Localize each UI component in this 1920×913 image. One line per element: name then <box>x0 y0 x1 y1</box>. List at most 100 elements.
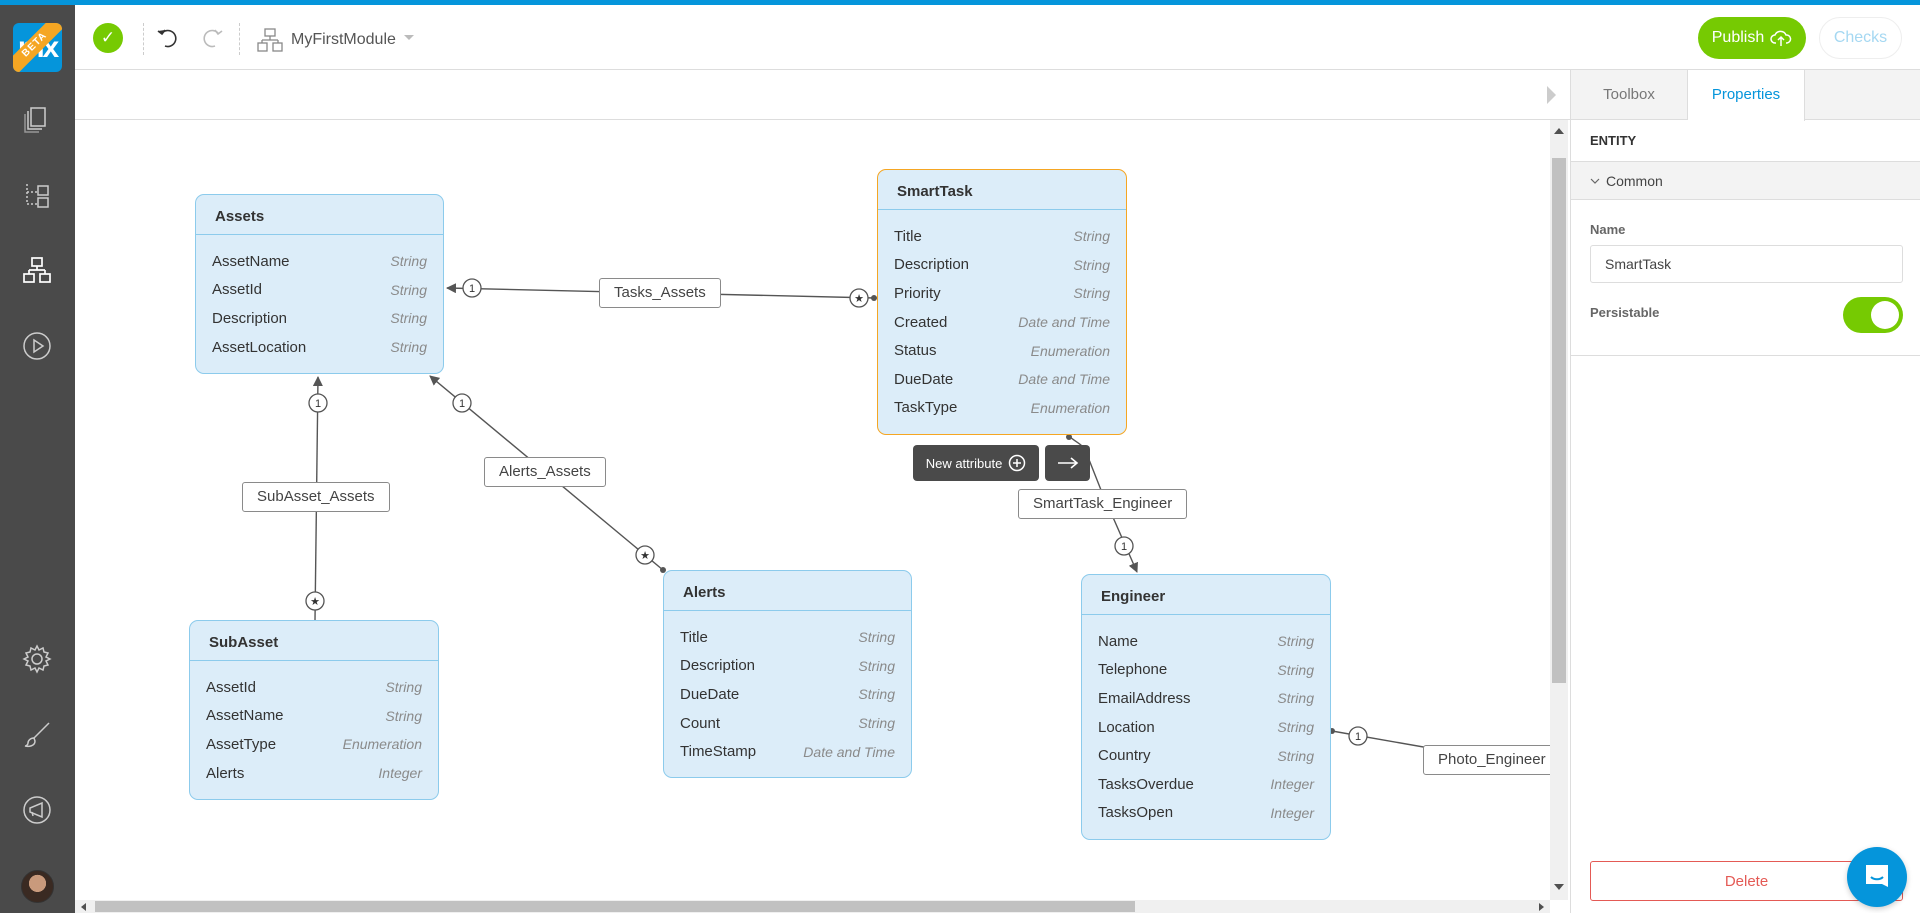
attribute-row[interactable]: Title String <box>894 222 1110 251</box>
attribute-type: String <box>1277 690 1314 707</box>
persistable-toggle[interactable] <box>1843 297 1903 333</box>
redo-icon <box>203 29 223 48</box>
attribute-row[interactable]: DueDate Date and Time <box>894 365 1110 394</box>
attribute-row[interactable]: Priority String <box>894 279 1110 308</box>
name-input[interactable] <box>1590 245 1903 283</box>
sidebar-item-domain-model[interactable] <box>20 253 54 287</box>
tab-toolbox[interactable]: Toolbox <box>1571 70 1688 120</box>
attribute-name: TasksOverdue <box>1098 775 1194 793</box>
attribute-row[interactable]: EmailAddress String <box>1098 684 1314 713</box>
attribute-row[interactable]: Alerts Integer <box>206 759 422 788</box>
domain-model-canvas[interactable]: 1 ★ 1 ★ 1 ★ 1 1 Tasks_Assets SubAsset_As… <box>75 120 1550 900</box>
expand-panel-icon[interactable] <box>1547 86 1556 104</box>
attribute-row[interactable]: AssetType Enumeration <box>206 730 422 759</box>
attribute-name: TasksOpen <box>1098 804 1174 822</box>
attribute-row[interactable]: TasksOverdue Integer <box>1098 770 1314 799</box>
attribute-name: TaskType <box>894 399 958 417</box>
attribute-row[interactable]: TimeStamp Date and Time <box>680 737 895 766</box>
scroll-right-icon[interactable] <box>1539 903 1544 911</box>
attribute-row[interactable]: TaskType Enumeration <box>894 394 1110 423</box>
group-label: Common <box>1606 172 1663 189</box>
checks-button[interactable]: Checks <box>1819 17 1902 59</box>
attribute-row[interactable]: AssetId String <box>206 673 422 702</box>
association-label-photo-engineer[interactable]: Photo_Engineer <box>1423 745 1550 775</box>
attribute-name: Name <box>1098 632 1139 650</box>
tab-properties[interactable]: Properties <box>1688 70 1805 121</box>
redo-button[interactable] <box>197 23 227 53</box>
sidebar-item-feedback[interactable] <box>20 793 54 827</box>
attribute-row[interactable]: Status Enumeration <box>894 336 1110 365</box>
status-ok-icon[interactable]: ✓ <box>93 23 123 53</box>
mendix-logo[interactable]: BETA mx <box>13 23 62 72</box>
scroll-up-icon[interactable] <box>1554 128 1564 134</box>
attribute-row[interactable]: TasksOpen Integer <box>1098 799 1314 828</box>
gear-icon <box>22 644 52 674</box>
association-label-subasset-assets[interactable]: SubAsset_Assets <box>242 482 390 512</box>
attribute-row[interactable]: Location String <box>1098 713 1314 742</box>
add-association-button[interactable] <box>1045 445 1090 481</box>
association-label-tasks-assets[interactable]: Tasks_Assets <box>599 278 721 308</box>
sidebar-item-pages[interactable] <box>20 102 54 136</box>
horizontal-scrollbar[interactable] <box>75 900 1550 913</box>
attribute-list: Title String Description String DueDate Str… <box>664 611 911 766</box>
section-title: ENTITY <box>1571 120 1920 162</box>
multiplicity-one-label: 1 <box>1121 541 1127 553</box>
vertical-scrollbar[interactable] <box>1550 120 1568 900</box>
attribute-row[interactable]: Description String <box>680 652 895 681</box>
entity-alerts[interactable]: Alerts Title String Description String Due… <box>663 570 912 778</box>
sidebar-item-run[interactable] <box>20 329 54 363</box>
attribute-row[interactable]: Count String <box>680 709 895 738</box>
attribute-row[interactable]: Created Date and Time <box>894 308 1110 337</box>
attribute-row[interactable]: DueDate String <box>680 680 895 709</box>
attribute-row[interactable]: Description String <box>894 251 1110 280</box>
scroll-left-icon[interactable] <box>81 903 86 911</box>
chat-button[interactable] <box>1847 847 1907 907</box>
attribute-row[interactable]: Country String <box>1098 741 1314 770</box>
undo-icon <box>157 29 177 48</box>
module-selector[interactable]: MyFirstModule <box>257 25 414 55</box>
entity-assets[interactable]: Assets AssetName String AssetId String Des… <box>195 194 444 374</box>
attribute-list: Name String Telephone String EmailAddress S… <box>1082 615 1330 827</box>
entity-smarttask[interactable]: SmartTask Title String Description String … <box>877 169 1127 435</box>
attribute-row[interactable]: Description String <box>212 304 427 333</box>
attribute-row[interactable]: AssetId String <box>212 276 427 305</box>
multiplicity-many-label: ★ <box>640 550 650 562</box>
publish-button[interactable]: Publish <box>1698 17 1806 59</box>
scrollbar-thumb[interactable] <box>1552 158 1566 683</box>
attribute-row[interactable]: Name String <box>1098 627 1314 656</box>
attribute-name: AssetName <box>206 707 284 725</box>
undo-button[interactable] <box>153 23 183 53</box>
sidebar-item-project-explorer[interactable] <box>20 178 54 212</box>
chat-icon <box>1866 865 1888 887</box>
new-attribute-button[interactable]: New attribute <box>913 445 1039 481</box>
name-label: Name <box>1590 222 1626 237</box>
toolbar-divider <box>239 23 240 55</box>
pages-icon <box>24 107 46 133</box>
sidebar-item-settings[interactable] <box>20 642 54 676</box>
attribute-row[interactable]: AssetLocation String <box>212 333 427 362</box>
brush-icon <box>24 722 50 748</box>
attribute-row[interactable]: AssetName String <box>206 702 422 731</box>
entity-engineer[interactable]: Engineer Name String Telephone String Emai… <box>1081 574 1331 840</box>
entity-subasset[interactable]: SubAsset AssetId String AssetName String A… <box>189 620 439 800</box>
module-name: MyFirstModule <box>291 31 396 48</box>
group-common[interactable]: Common <box>1571 162 1920 200</box>
toolbar-divider <box>143 23 144 55</box>
association-label-alerts-assets[interactable]: Alerts_Assets <box>484 457 606 487</box>
attribute-row[interactable]: Title String <box>680 623 895 652</box>
association-label-smarttask-engineer[interactable]: SmartTask_Engineer <box>1018 489 1188 519</box>
multiplicity-many-label: ★ <box>854 293 864 305</box>
megaphone-icon <box>23 796 51 824</box>
attribute-type: String <box>858 686 895 703</box>
scrollbar-thumb[interactable] <box>95 901 1135 912</box>
user-avatar[interactable] <box>21 870 54 903</box>
attribute-name: Description <box>894 256 970 274</box>
play-icon <box>23 332 51 360</box>
scroll-down-icon[interactable] <box>1554 884 1564 890</box>
attribute-row[interactable]: Telephone String <box>1098 656 1314 685</box>
chevron-down-icon <box>403 34 414 40</box>
attribute-row[interactable]: AssetName String <box>212 247 427 276</box>
attribute-list: Title String Description String Priority St… <box>878 210 1126 422</box>
attribute-name: AssetName <box>212 252 290 270</box>
sidebar-item-theme[interactable] <box>20 718 54 752</box>
